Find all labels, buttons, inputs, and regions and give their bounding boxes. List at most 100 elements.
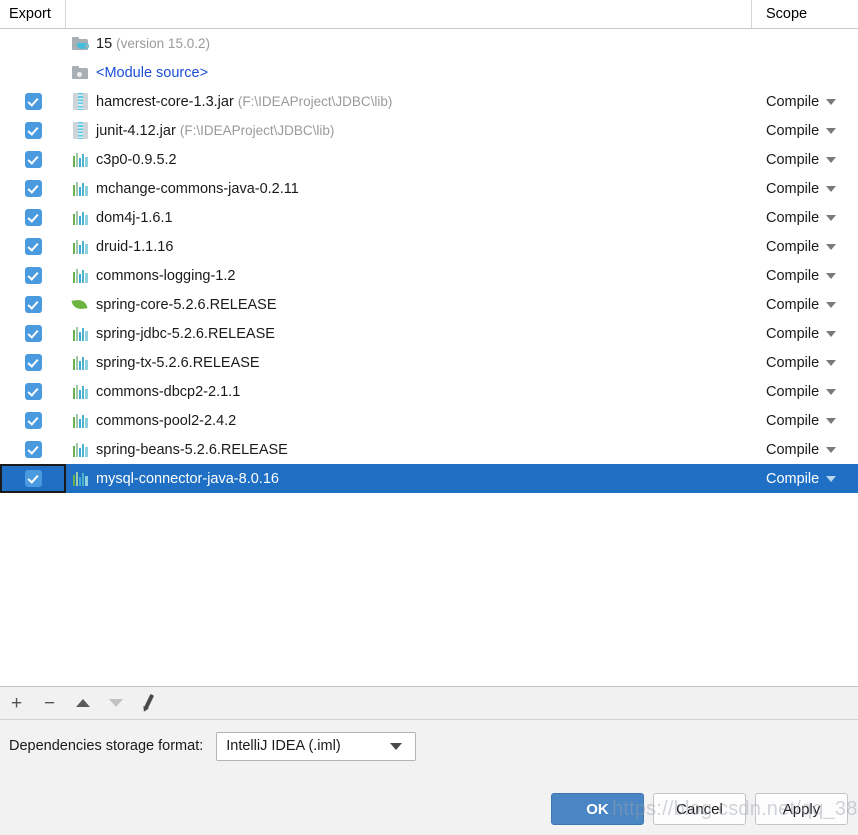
scope-value: Compile — [766, 238, 820, 255]
table-row[interactable]: commons-pool2-2.4.2 Compile — [0, 406, 858, 435]
export-checkbox[interactable] — [24, 325, 42, 342]
ok-button[interactable]: OK — [551, 793, 644, 825]
table-row[interactable]: spring-core-5.2.6.RELEASE Compile — [0, 290, 858, 319]
column-header-name[interactable] — [66, 0, 752, 28]
dependencies-list[interactable]: 15 (version 15.0.2) <Module source> hamcre… — [0, 29, 858, 687]
scope-cell[interactable]: Compile — [752, 268, 858, 284]
export-checkbox[interactable] — [24, 238, 42, 255]
table-row[interactable]: <Module source> — [0, 58, 858, 87]
scope-cell[interactable]: Compile — [752, 442, 858, 458]
export-checkbox[interactable] — [24, 296, 42, 313]
export-checkbox[interactable] — [24, 441, 42, 458]
chevron-down-icon[interactable] — [826, 330, 837, 337]
export-checkbox[interactable] — [24, 122, 42, 139]
scope-value: Compile — [766, 441, 820, 458]
scope-cell[interactable]: Compile — [752, 326, 858, 342]
table-row[interactable]: spring-tx-5.2.6.RELEASE Compile — [0, 348, 858, 377]
chevron-down-icon[interactable] — [826, 301, 837, 308]
library-icon — [72, 268, 88, 283]
export-checkbox[interactable] — [24, 209, 42, 226]
export-checkbox[interactable] — [24, 180, 42, 197]
row-icon-cell — [66, 37, 94, 50]
export-checkbox[interactable] — [24, 354, 42, 371]
apply-button[interactable]: Apply — [755, 793, 848, 825]
scope-cell[interactable]: Compile — [752, 94, 858, 110]
chevron-down-icon[interactable] — [826, 243, 837, 250]
export-checkbox-cell[interactable] — [0, 377, 66, 406]
chevron-down-icon[interactable] — [826, 272, 837, 279]
table-row[interactable]: mysql-connector-java-8.0.16 Compile — [0, 464, 858, 493]
export-checkbox[interactable] — [24, 151, 42, 168]
export-checkbox-cell[interactable] — [0, 435, 66, 464]
table-row[interactable]: mchange-commons-java-0.2.11 Compile — [0, 174, 858, 203]
chevron-down-icon[interactable] — [826, 446, 837, 453]
table-row[interactable]: junit-4.12.jar (F:\IDEAProject\JDBC\lib)… — [0, 116, 858, 145]
scope-cell[interactable]: Compile — [752, 355, 858, 371]
row-icon-cell — [66, 152, 94, 167]
export-checkbox-cell[interactable] — [0, 87, 66, 116]
dependency-name-cell: spring-jdbc-5.2.6.RELEASE — [94, 326, 752, 342]
module-source-folder-icon — [72, 66, 88, 79]
dependency-name: druid-1.1.16 — [96, 238, 174, 255]
move-down-button[interactable] — [99, 687, 132, 720]
scope-cell[interactable]: Compile — [752, 471, 858, 487]
column-header-export[interactable]: Export — [0, 0, 66, 28]
dependency-name-cell: commons-logging-1.2 — [94, 268, 752, 284]
chevron-down-icon[interactable] — [826, 475, 837, 482]
export-checkbox-cell[interactable] — [0, 319, 66, 348]
export-checkbox[interactable] — [24, 412, 42, 429]
chevron-down-icon[interactable] — [826, 185, 837, 192]
export-checkbox-cell[interactable] — [0, 348, 66, 377]
export-checkbox-cell[interactable] — [0, 261, 66, 290]
storage-format-select[interactable]: IntelliJ IDEA (.iml) — [216, 731, 417, 761]
scope-value: Compile — [766, 325, 820, 342]
edit-button[interactable] — [132, 687, 165, 720]
export-checkbox[interactable] — [24, 383, 42, 400]
table-row[interactable]: spring-beans-5.2.6.RELEASE Compile — [0, 435, 858, 464]
export-checkbox[interactable] — [24, 93, 42, 110]
export-checkbox-cell[interactable] — [0, 232, 66, 261]
scope-value: Compile — [766, 412, 820, 429]
chevron-down-icon[interactable] — [826, 388, 837, 395]
scope-cell[interactable]: Compile — [752, 152, 858, 168]
spring-leaf-icon — [71, 298, 88, 311]
chevron-down-icon[interactable] — [826, 417, 837, 424]
list-toolbar: + − — [0, 687, 858, 720]
chevron-down-icon[interactable] — [826, 359, 837, 366]
chevron-down-icon[interactable] — [826, 98, 837, 105]
export-checkbox-cell[interactable] — [0, 174, 66, 203]
table-row[interactable]: hamcrest-core-1.3.jar (F:\IDEAProject\JD… — [0, 87, 858, 116]
table-row[interactable]: dom4j-1.6.1 Compile — [0, 203, 858, 232]
move-up-button[interactable] — [66, 687, 99, 720]
table-row[interactable]: 15 (version 15.0.2) — [0, 29, 858, 58]
table-row[interactable]: commons-logging-1.2 Compile — [0, 261, 858, 290]
export-checkbox-cell[interactable] — [0, 116, 66, 145]
table-row[interactable]: druid-1.1.16 Compile — [0, 232, 858, 261]
chevron-down-icon[interactable] — [826, 127, 837, 134]
cancel-button[interactable]: Cancel — [653, 793, 746, 825]
dependency-path: (F:\IDEAProject\JDBC\lib) — [179, 122, 335, 138]
export-checkbox-cell[interactable] — [0, 406, 66, 435]
export-checkbox-cell[interactable] — [0, 464, 66, 493]
scope-cell[interactable]: Compile — [752, 181, 858, 197]
table-row[interactable]: c3p0-0.9.5.2 Compile — [0, 145, 858, 174]
dependency-name: <Module source> — [96, 64, 209, 81]
scope-cell[interactable]: Compile — [752, 239, 858, 255]
scope-cell[interactable]: Compile — [752, 384, 858, 400]
scope-cell[interactable]: Compile — [752, 210, 858, 226]
table-row[interactable]: spring-jdbc-5.2.6.RELEASE Compile — [0, 319, 858, 348]
scope-cell[interactable]: Compile — [752, 413, 858, 429]
export-checkbox-cell[interactable] — [0, 203, 66, 232]
export-checkbox-cell[interactable] — [0, 145, 66, 174]
add-button[interactable]: + — [0, 687, 33, 720]
column-header-scope[interactable]: Scope — [752, 0, 858, 28]
chevron-down-icon[interactable] — [826, 156, 837, 163]
scope-cell[interactable]: Compile — [752, 297, 858, 313]
chevron-down-icon[interactable] — [826, 214, 837, 221]
scope-cell[interactable]: Compile — [752, 123, 858, 139]
table-row[interactable]: commons-dbcp2-2.1.1 Compile — [0, 377, 858, 406]
export-checkbox-cell[interactable] — [0, 290, 66, 319]
export-checkbox[interactable] — [24, 267, 42, 284]
export-checkbox[interactable] — [24, 470, 42, 487]
remove-button[interactable]: − — [33, 687, 66, 720]
